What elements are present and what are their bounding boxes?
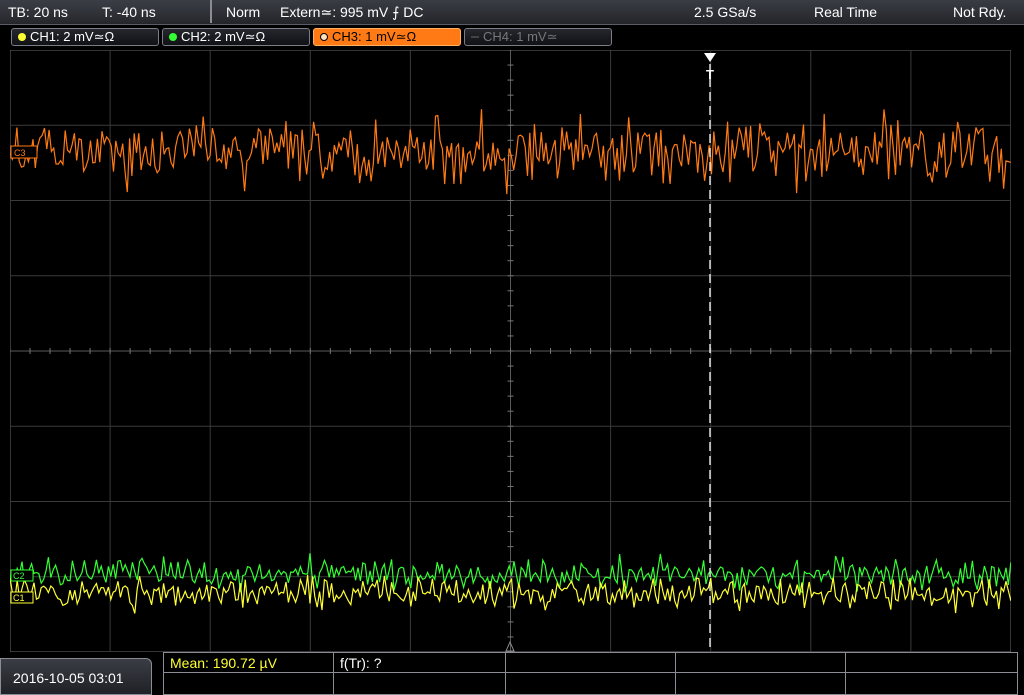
ch1-marker-label: C1 <box>13 593 25 603</box>
trigger-time-value: T: -40 ns <box>102 4 156 20</box>
ch3-indicator-icon <box>320 33 328 41</box>
trigger-marker-label: T <box>706 67 714 82</box>
measurement-panel[interactable]: Mean: 190.72 µV f(Tr): ? <box>163 652 1018 695</box>
measurement-slot-7[interactable] <box>334 673 506 694</box>
channel-tab-ch2[interactable]: CH2: 2 mV≃Ω <box>162 28 310 46</box>
sample-rate: 2.5 GSa/s <box>694 4 757 20</box>
trigger-source[interactable]: Extern≃: 995 mV ⨍ DC <box>280 0 424 24</box>
datetime-value: 2016-10-05 03:01 <box>13 670 124 686</box>
ch2-indicator-icon <box>169 33 177 41</box>
measurement-slot-6[interactable] <box>164 673 334 694</box>
measurement-slot-4[interactable] <box>676 653 846 673</box>
ch3-marker-label: C3 <box>14 148 26 158</box>
ch3-label: CH3: 1 mV≃Ω <box>332 29 417 44</box>
measurement-slot-9[interactable] <box>676 673 846 694</box>
datetime-box: 2016-10-05 03:01 <box>0 658 152 695</box>
channel-tab-ch3[interactable]: CH3: 1 mV≃Ω <box>313 28 461 46</box>
measurement-slot-5[interactable] <box>846 653 1017 673</box>
channel-tab-ch1[interactable]: CH1: 2 mV≃Ω <box>11 28 159 46</box>
channel-tab-ch4[interactable]: CH4: 1 mV≃ <box>464 28 612 46</box>
timebase-box[interactable]: TB: 20 ns T: -40 ns <box>0 0 212 23</box>
ch1-label: CH1: 2 mV≃Ω <box>30 29 115 44</box>
acquisition-mode: Real Time <box>814 4 878 20</box>
status-bar: TB: 20 ns T: -40 ns Norm Extern≃: 995 mV… <box>0 0 1024 25</box>
measurement-slot-3[interactable] <box>506 653 676 673</box>
measurement-slot-8[interactable] <box>506 673 676 694</box>
trigger-mode[interactable]: Norm <box>226 0 260 24</box>
ch2-marker-label: C2 <box>13 571 25 581</box>
ch4-label: CH4: 1 mV≃ <box>483 29 558 44</box>
ch4-indicator-icon <box>471 36 479 38</box>
timebase-value: TB: 20 ns <box>8 4 68 20</box>
bottom-bar: 2016-10-05 03:01 Mean: 190.72 µV f(Tr): … <box>0 652 1024 695</box>
ch2-label: CH2: 2 mV≃Ω <box>181 29 266 44</box>
waveform-display[interactable]: T C3 C2 C1 <box>10 50 1011 652</box>
measurement-ftr[interactable]: f(Tr): ? <box>334 653 506 673</box>
ch1-indicator-icon <box>18 33 26 41</box>
measurement-mean[interactable]: Mean: 190.72 µV <box>164 653 334 673</box>
measurement-slot-10[interactable] <box>846 673 1017 694</box>
channel-bar: CH1: 2 mV≃Ω CH2: 2 mV≃Ω CH3: 1 mV≃Ω CH4:… <box>0 25 1024 49</box>
acquisition-state: Not Rdy. <box>953 4 1007 20</box>
